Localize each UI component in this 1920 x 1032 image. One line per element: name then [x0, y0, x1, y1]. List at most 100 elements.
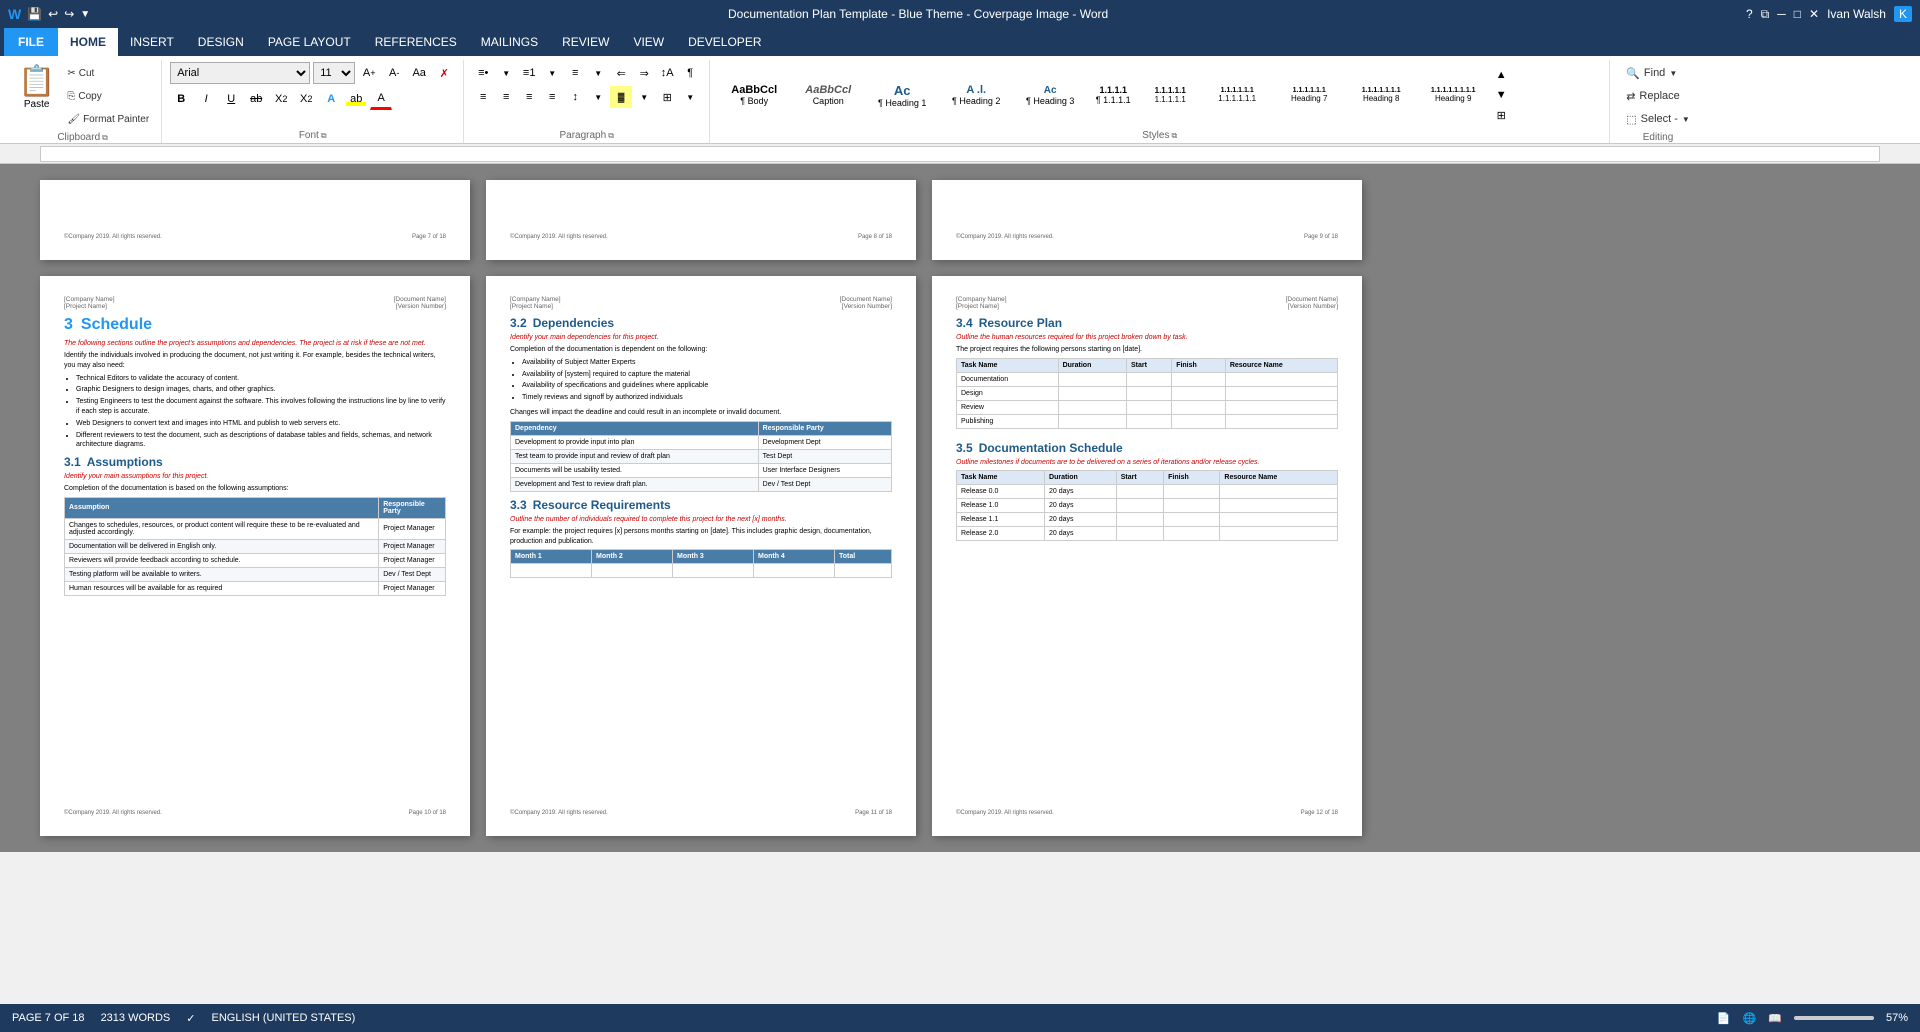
replace-button[interactable]: ⇄ Replace [1618, 85, 1688, 107]
page-8-footer: ©Company 2019. All rights reserved. Page… [510, 226, 892, 240]
style-heading3[interactable]: Ac ¶ Heading 3 [1014, 65, 1086, 125]
doc-name-10: [Document Name] [394, 296, 446, 303]
deps-table: Dependency Responsible Party Development… [510, 421, 892, 492]
text-highlight-button[interactable]: ab [345, 88, 367, 110]
multilevel-dropdown[interactable]: ▼ [587, 62, 609, 84]
sort-button[interactable]: ↕A [656, 62, 678, 84]
numbering-button[interactable]: ≡1 [518, 62, 540, 84]
change-case-button[interactable]: Aa [408, 62, 430, 84]
styles-more[interactable]: ⊞ [1490, 106, 1512, 124]
tab-developer[interactable]: DEVELOPER [676, 28, 773, 56]
table-row: Test team to provide input and review of… [511, 449, 892, 463]
deps-bullets: Availability of Subject Matter Experts A… [522, 358, 892, 405]
borders-button[interactable]: ⊞ [656, 86, 678, 108]
style-heading2[interactable]: A .l. ¶ Heading 2 [940, 65, 1012, 125]
page-12-footer-left: ©Company 2019. All rights reserved. [956, 810, 1054, 816]
style-h7[interactable]: 1.1.1.1.1.1 Heading 7 [1274, 65, 1344, 125]
align-left-button[interactable]: ≡ [472, 86, 494, 108]
page-11-footer: ©Company 2019. All rights reserved. Page… [510, 802, 892, 816]
cut-button[interactable]: ✂ Cut [63, 62, 153, 84]
clear-formatting-button[interactable]: ✗ [433, 62, 455, 84]
bullets-button[interactable]: ≡• [472, 62, 494, 84]
page-column-2: ©Company 2019. All rights reserved. Page… [486, 180, 916, 836]
align-right-button[interactable]: ≡ [518, 86, 540, 108]
show-marks-button[interactable]: ¶ [679, 62, 701, 84]
close-icon[interactable]: ✕ [1809, 7, 1819, 21]
line-spacing-dropdown[interactable]: ▼ [587, 86, 609, 108]
style-11[interactable]: 1.1.1.1 ¶ 1.1.1.1 [1088, 65, 1138, 125]
word-icon: W [8, 6, 21, 22]
tab-file[interactable]: FILE [4, 28, 58, 56]
font-family-select[interactable]: Arial [170, 62, 310, 84]
section33-number: 3.3 [510, 498, 527, 512]
bold-button[interactable]: B [170, 88, 192, 110]
align-center-button[interactable]: ≡ [495, 86, 517, 108]
tab-page-layout[interactable]: PAGE LAYOUT [256, 28, 363, 56]
select-button[interactable]: ⬚ Select - ▼ [1618, 108, 1698, 130]
paragraph-expand-icon[interactable]: ⧉ [608, 131, 614, 141]
style-h3-label: ¶ Heading 3 [1026, 96, 1074, 106]
help-icon[interactable]: ? [1746, 7, 1753, 21]
tab-insert[interactable]: INSERT [118, 28, 186, 56]
redo-icon[interactable]: ↪ [64, 7, 74, 21]
restore-icon[interactable]: ⧉ [1761, 7, 1770, 22]
tab-mailings[interactable]: MAILINGS [469, 28, 550, 56]
minimize-icon[interactable]: ─ [1777, 7, 1786, 21]
maximize-icon[interactable]: □ [1794, 7, 1801, 21]
font-color-button[interactable]: A [370, 88, 392, 110]
spelling-icon[interactable]: ✓ [186, 1012, 195, 1025]
text-effects-button[interactable]: A [320, 88, 342, 110]
section3-title: Schedule [81, 316, 152, 334]
zoom-slider[interactable] [1794, 1016, 1874, 1020]
numbering-dropdown[interactable]: ▼ [541, 62, 563, 84]
section35-title: Documentation Schedule [979, 441, 1123, 455]
font-shrink-button[interactable]: A- [383, 62, 405, 84]
underline-button[interactable]: U [220, 88, 242, 110]
paste-button[interactable]: 📋 Paste [12, 62, 61, 112]
justify-button[interactable]: ≡ [541, 86, 563, 108]
tab-view[interactable]: VIEW [621, 28, 676, 56]
style-heading1[interactable]: Ac ¶ Heading 1 [866, 65, 938, 125]
subscript-button[interactable]: X2 [270, 88, 292, 110]
style-1111[interactable]: 1.1.1.1.1 1.1.1.1.1 [1140, 65, 1200, 125]
project-name-11: [Project Name] [510, 303, 561, 310]
style-caption[interactable]: AaBbCcl Caption [792, 65, 864, 125]
tab-references[interactable]: REFERENCES [363, 28, 469, 56]
line-spacing-button[interactable]: ↕ [564, 86, 586, 108]
font-size-select[interactable]: 11 [313, 62, 355, 84]
style-body[interactable]: AaBbCcl ¶ Body [718, 65, 790, 125]
styles-expand-icon[interactable]: ⧉ [1171, 131, 1177, 141]
styles-scroll-down[interactable]: ▼ [1490, 86, 1512, 104]
style-h9[interactable]: 1.1.1.1.1.1.1.1 Heading 9 [1418, 65, 1488, 125]
tab-design[interactable]: DESIGN [186, 28, 256, 56]
shading-dropdown[interactable]: ▼ [633, 86, 655, 108]
multilevel-list-button[interactable]: ≡ [564, 62, 586, 84]
style-11111[interactable]: 1.1.1.1.1.1 1.1.1.1.1.1 [1202, 65, 1272, 125]
section32-title: Dependencies [533, 316, 614, 330]
italic-button[interactable]: I [195, 88, 217, 110]
view-web-icon[interactable]: 🌐 [1743, 1012, 1757, 1025]
undo-icon[interactable]: ↩ [48, 7, 58, 21]
font-grow-button[interactable]: A+ [358, 62, 380, 84]
strikethrough-button[interactable]: ab [245, 88, 267, 110]
save-icon[interactable]: 💾 [27, 7, 42, 21]
shading-button[interactable]: ▓ [610, 86, 632, 108]
view-read-icon[interactable]: 📖 [1768, 1012, 1782, 1025]
decrease-indent-button[interactable]: ⇐ [610, 62, 632, 84]
customize-icon[interactable]: ▼ [80, 9, 90, 20]
tab-home[interactable]: HOME [58, 28, 118, 56]
increase-indent-button[interactable]: ⇒ [633, 62, 655, 84]
find-button[interactable]: 🔍 Find ▼ [1618, 62, 1685, 84]
style-h8[interactable]: 1.1.1.1.1.1.1 Heading 8 [1346, 65, 1416, 125]
tab-review[interactable]: REVIEW [550, 28, 621, 56]
superscript-button[interactable]: X2 [295, 88, 317, 110]
copy-button[interactable]: ⎘ Copy [63, 85, 153, 107]
font-expand-icon[interactable]: ⧉ [321, 131, 327, 141]
select-dropdown-icon: ▼ [1682, 115, 1690, 124]
view-print-icon[interactable]: 📄 [1717, 1012, 1731, 1025]
format-painter-button[interactable]: 🖌 Format Painter [63, 108, 153, 130]
borders-dropdown[interactable]: ▼ [679, 86, 701, 108]
styles-scroll-up[interactable]: ▲ [1490, 66, 1512, 84]
clipboard-expand-icon[interactable]: ⧉ [102, 133, 108, 143]
bullets-dropdown[interactable]: ▼ [495, 62, 517, 84]
